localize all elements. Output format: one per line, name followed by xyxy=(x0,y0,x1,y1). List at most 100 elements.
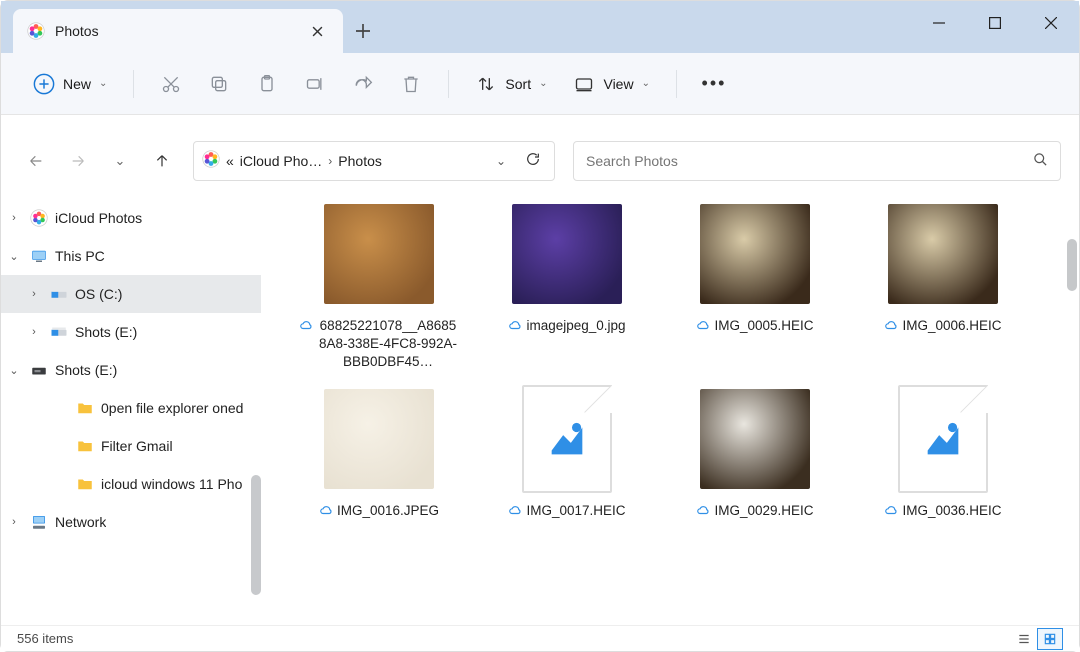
tree-item-icon xyxy=(29,246,49,266)
chevron-down-icon: ⌄ xyxy=(99,78,107,89)
nav-tree: ›iCloud Photos⌄This PC›OS (C:) › Shots (E:… xyxy=(1,195,261,625)
file-thumbnail xyxy=(502,382,632,496)
rename-icon xyxy=(304,73,326,95)
address-dropdown-button[interactable]: ⌄ xyxy=(488,154,514,168)
up-button[interactable] xyxy=(145,144,179,178)
tree-item[interactable]: ⌄Shots (E:) xyxy=(1,351,261,389)
delete-button[interactable] xyxy=(390,67,432,101)
tree-item[interactable]: ›OS (C:) xyxy=(1,275,261,313)
file-name: IMG_0017.HEIC xyxy=(526,502,625,520)
tree-item[interactable]: ⌄This PC xyxy=(1,237,261,275)
file-name: IMG_0036.HEIC xyxy=(902,502,1001,520)
tree-item-label: iCloud Photos xyxy=(55,210,142,226)
paste-icon xyxy=(256,73,278,95)
file-thumbnail xyxy=(690,382,820,496)
tree-item-icon xyxy=(49,284,69,304)
share-button[interactable] xyxy=(342,67,384,101)
tree-item[interactable]: ›Network xyxy=(1,503,261,541)
breadcrumb-prefix[interactable]: « xyxy=(226,153,234,169)
file-item[interactable]: imagejpeg_0.jpg xyxy=(477,195,657,372)
file-caption: imagejpeg_0.jpg xyxy=(508,317,625,337)
details-view-button[interactable] xyxy=(1011,628,1037,650)
back-button[interactable] xyxy=(19,144,53,178)
tree-item[interactable]: › Shots (E:) xyxy=(1,313,261,351)
file-item[interactable]: IMG_0029.HEIC xyxy=(665,380,845,522)
rename-button[interactable] xyxy=(294,67,336,101)
copy-icon xyxy=(208,73,230,95)
address-bar[interactable]: « iCloud Pho… › Photos ⌄ xyxy=(193,141,555,181)
tree-item[interactable]: icloud windows 11 Pho xyxy=(1,465,261,503)
file-caption: 68825221078__A86858A8-338E-4FC8-992A-BBB… xyxy=(299,317,459,372)
close-button[interactable] xyxy=(1023,1,1079,45)
file-item[interactable]: IMG_0017.HEIC xyxy=(477,380,657,522)
tree-item[interactable]: Filter Gmail xyxy=(1,427,261,465)
tree-item[interactable]: 0pen file explorer oned xyxy=(1,389,261,427)
file-name: IMG_0029.HEIC xyxy=(714,502,813,520)
file-item[interactable]: IMG_0036.HEIC xyxy=(853,380,1033,522)
tree-item-icon xyxy=(29,512,49,532)
cloud-icon xyxy=(508,503,522,522)
file-thumbnail xyxy=(690,197,820,311)
chevron-icon: ⌄ xyxy=(5,250,23,263)
file-caption: IMG_0017.HEIC xyxy=(508,502,625,522)
view-icon xyxy=(573,73,595,95)
tree-item[interactable]: ›iCloud Photos xyxy=(1,199,261,237)
paste-button[interactable] xyxy=(246,67,288,101)
tab-title: Photos xyxy=(55,23,295,39)
tree-item-icon xyxy=(49,322,69,342)
cloud-icon xyxy=(299,318,313,337)
copy-button[interactable] xyxy=(198,67,240,101)
scrollbar-thumb[interactable] xyxy=(1067,239,1077,291)
sort-button[interactable]: Sort ⌄ xyxy=(465,67,557,101)
file-thumbnail xyxy=(314,382,444,496)
refresh-button[interactable] xyxy=(520,151,546,172)
chevron-icon: › xyxy=(25,326,43,338)
thumbnails-view-button[interactable] xyxy=(1037,628,1063,650)
chevron-down-icon: ⌄ xyxy=(539,78,547,89)
file-name: 68825221078__A86858A8-338E-4FC8-992A-BBB… xyxy=(317,317,459,372)
file-item[interactable]: IMG_0006.HEIC xyxy=(853,195,1033,372)
view-label: View xyxy=(603,76,633,92)
maximize-button[interactable] xyxy=(967,1,1023,45)
breadcrumb-photos[interactable]: Photos xyxy=(338,153,382,169)
file-name: IMG_0005.HEIC xyxy=(714,317,813,335)
file-thumbnail xyxy=(314,197,444,311)
file-caption: IMG_0036.HEIC xyxy=(884,502,1001,522)
view-button[interactable]: View ⌄ xyxy=(563,67,659,101)
file-item[interactable]: IMG_0016.JPEG xyxy=(289,380,469,522)
main-split: ›iCloud Photos⌄This PC›OS (C:) › Shots (E:… xyxy=(1,195,1079,625)
window-controls xyxy=(911,1,1079,45)
delete-icon xyxy=(400,73,422,95)
nav-area: ⌄ « iCloud Pho… › Photos ⌄ xyxy=(1,133,1079,189)
new-button[interactable]: New ⌄ xyxy=(23,67,117,101)
breadcrumb-icloud[interactable]: iCloud Pho… xyxy=(240,153,323,169)
search-input[interactable] xyxy=(586,153,1033,169)
tree-item-label: Shots (E:) xyxy=(75,324,137,340)
scrollbar-thumb[interactable] xyxy=(251,475,261,595)
more-icon: ••• xyxy=(703,73,725,95)
more-button[interactable]: ••• xyxy=(693,67,735,101)
search-box[interactable] xyxy=(573,141,1061,181)
thumbnail-image xyxy=(324,204,434,304)
forward-button[interactable] xyxy=(61,144,95,178)
thumbnail-image xyxy=(512,204,622,304)
file-name: IMG_0016.JPEG xyxy=(337,502,439,520)
minimize-button[interactable] xyxy=(911,1,967,45)
separator xyxy=(448,70,449,98)
tree-item-label: icloud windows 11 Pho xyxy=(101,476,242,492)
file-item[interactable]: 68825221078__A86858A8-338E-4FC8-992A-BBB… xyxy=(289,195,469,372)
sort-icon xyxy=(475,73,497,95)
chevron-down-icon: ⌄ xyxy=(642,78,650,89)
cut-button[interactable] xyxy=(150,67,192,101)
tree-item-label: OS (C:) xyxy=(75,286,122,302)
file-caption: IMG_0029.HEIC xyxy=(696,502,813,522)
tree-item-icon xyxy=(75,436,95,456)
cloud-icon xyxy=(696,318,710,337)
tab-photos[interactable]: Photos xyxy=(13,9,343,53)
new-tab-button[interactable] xyxy=(343,9,383,53)
file-caption: IMG_0016.JPEG xyxy=(319,502,439,522)
tab-close-button[interactable] xyxy=(305,19,329,43)
file-item[interactable]: IMG_0005.HEIC xyxy=(665,195,845,372)
recent-locations-button[interactable]: ⌄ xyxy=(103,144,137,178)
file-grid: 68825221078__A86858A8-338E-4FC8-992A-BBB… xyxy=(261,195,1079,522)
